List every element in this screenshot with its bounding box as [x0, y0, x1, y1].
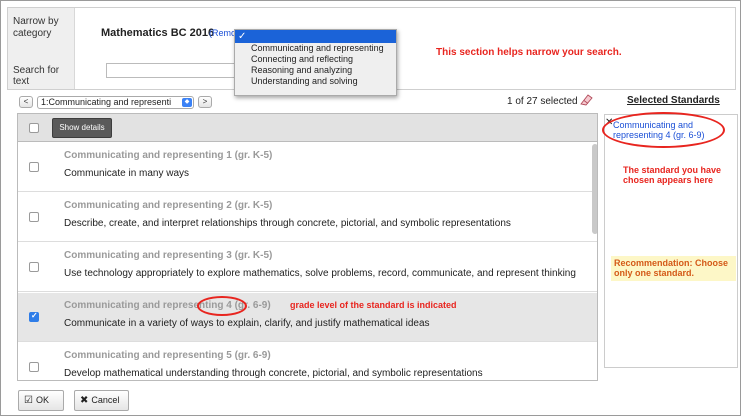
standards-list: Show details Communicating and represent…	[17, 113, 598, 381]
dropdown-item[interactable]: Reasoning and analyzing	[235, 65, 396, 76]
select-stepper-icon: ◆	[182, 98, 192, 107]
filter-label-column: Narrow by category Search for text	[8, 8, 75, 89]
standard-description: Communicate in many ways	[64, 168, 190, 179]
standard-title: Communicating and representing 1 (gr. K-…	[64, 150, 273, 161]
standard-title: Communicating and representing 2 (gr. K-…	[64, 200, 273, 211]
chosen-standard-annotation: The standard you have chosen appears her…	[623, 165, 722, 185]
row-checkbox[interactable]	[29, 362, 39, 372]
next-button[interactable]: >	[198, 96, 212, 108]
ok-button[interactable]: ☑ OK	[18, 390, 64, 411]
standard-description: Develop mathematical understanding throu…	[64, 368, 483, 379]
cancel-button[interactable]: ✖ Cancel	[74, 390, 129, 411]
selected-count: 1 of 27 selected	[507, 96, 578, 107]
narrow-by-category-label: Narrow by category	[13, 16, 59, 39]
dropdown-item[interactable]: Connecting and reflecting	[235, 54, 396, 65]
list-item[interactable]: Communicating and representing 5 (gr. 6-…	[18, 343, 597, 380]
dropdown-selected-item[interactable]: ✓	[235, 30, 396, 43]
narrow-search-annotation: This section helps narrow your search.	[436, 47, 622, 58]
ok-label: OK	[35, 395, 49, 405]
dialog-frame: Narrow by category Search for text Mathe…	[0, 0, 741, 416]
checkbox-icon: ☑	[24, 395, 33, 406]
select-all-checkbox[interactable]	[29, 123, 39, 133]
selected-standards-title: Selected Standards	[627, 95, 720, 106]
dropdown-item[interactable]: Communicating and representing	[235, 43, 396, 54]
standard-description: Describe, create, and interpret relation…	[64, 218, 511, 229]
prev-button[interactable]: <	[19, 96, 33, 108]
list-header: Show details	[18, 114, 597, 142]
standard-group-select[interactable]: 1:Communicating and representi ◆	[37, 96, 194, 109]
dropdown-item[interactable]: Understanding and solving	[235, 76, 396, 87]
cancel-label: Cancel	[91, 395, 120, 405]
standard-title: Communicating and representing 3 (gr. K-…	[64, 250, 273, 261]
show-details-button[interactable]: Show details	[52, 118, 112, 138]
row-checkbox[interactable]	[29, 212, 39, 222]
row-checkbox-checked[interactable]	[29, 311, 39, 322]
grade-level-highlight-ring	[197, 296, 247, 316]
selected-standards-panel: ✕ Communicating and representing 4 (gr. …	[602, 112, 738, 368]
recommendation-note: Recommendation: Choose only one standard…	[611, 256, 736, 281]
close-icon: ✖	[80, 395, 89, 406]
list-item[interactable]: Communicating and representing 1 (gr. K-…	[18, 143, 597, 192]
row-checkbox[interactable]	[29, 162, 39, 172]
standard-title: Communicating and representing 5 (gr. 6-…	[64, 350, 271, 361]
standard-description: Use technology appropriately to explore …	[64, 268, 576, 279]
list-item-selected[interactable]: Communicating and representing 4 (gr. 6-…	[18, 293, 597, 342]
check-icon: ✓	[238, 31, 247, 42]
selected-standard-ring	[602, 112, 725, 148]
course-title: Mathematics BC 2016	[101, 27, 215, 39]
category-dropdown-menu[interactable]: ✓ Communicating and representing Connect…	[234, 29, 397, 96]
standard-description: Communicate in a variety of ways to expl…	[64, 318, 430, 329]
list-scrollbar[interactable]	[592, 144, 597, 234]
list-item[interactable]: Communicating and representing 3 (gr. K-…	[18, 243, 597, 292]
search-for-text-label: Search for text	[13, 65, 60, 87]
eraser-icon[interactable]	[579, 94, 593, 106]
list-item[interactable]: Communicating and representing 2 (gr. K-…	[18, 193, 597, 242]
standard-group-value: 1:Communicating and representi	[41, 97, 172, 107]
grade-level-annotation: grade level of the standard is indicated	[290, 300, 457, 310]
row-checkbox[interactable]	[29, 262, 39, 272]
